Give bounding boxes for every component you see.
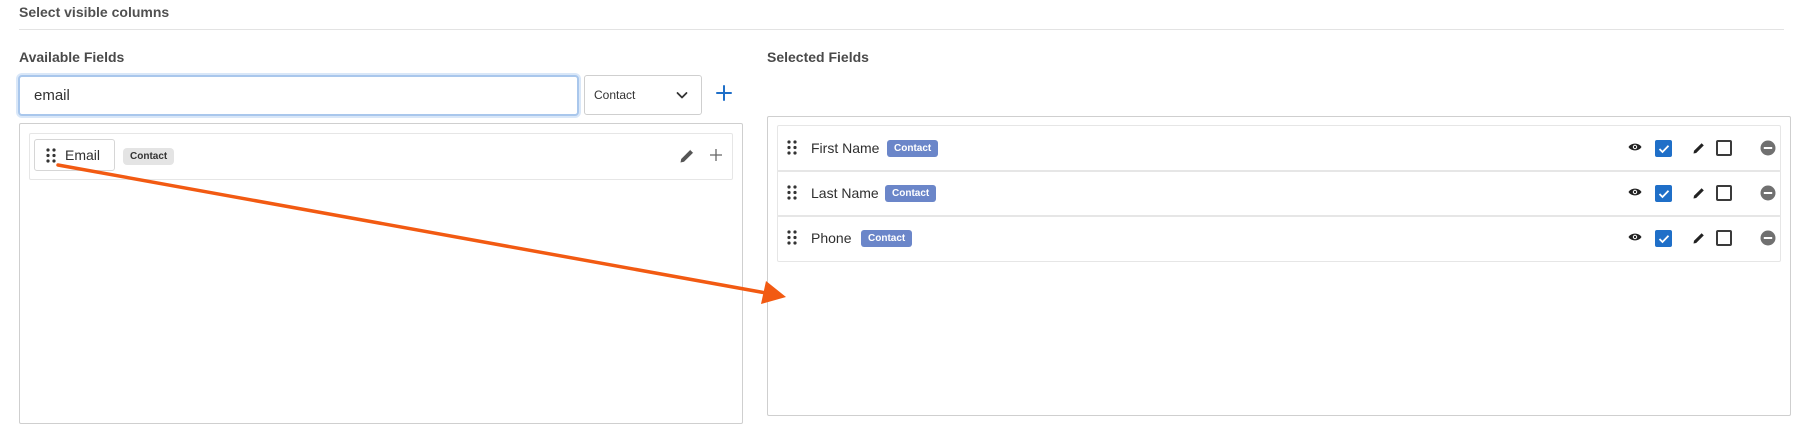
field-source-badge: Contact [861,230,913,247]
field-source-badge: Contact [885,185,937,202]
drag-handle-icon[interactable] [46,147,56,163]
drag-handle-icon[interactable] [787,185,797,200]
pencil-icon [1693,188,1704,199]
minus-circle-icon[interactable] [1760,185,1776,201]
add-to-selected-plus-icon[interactable] [709,148,723,167]
selected-field-name: Phone [811,230,852,246]
available-field-row: Email Contact [29,133,733,180]
minus-circle-icon[interactable] [1760,230,1776,246]
editable-checkbox[interactable] [1716,185,1732,201]
editable-checkbox[interactable] [1716,140,1732,156]
visible-checkbox[interactable] [1655,230,1672,247]
divider [19,29,1784,30]
field-source-badge: Contact [887,140,939,157]
eye-icon [1628,143,1642,151]
drag-handle-icon[interactable] [787,230,797,245]
visible-checkbox[interactable] [1655,185,1672,202]
pencil-icon[interactable] [678,147,696,170]
eye-icon [1628,188,1642,196]
available-field-drag-chip[interactable]: Email [34,139,115,171]
selected-field-row: Last Name Contact [777,170,1781,217]
selected-field-row: Phone Contact [777,215,1781,262]
pencil-icon [1693,233,1704,244]
selected-field-name: Last Name [811,185,879,201]
drag-handle-icon[interactable] [787,140,797,155]
visible-checkbox[interactable] [1655,140,1672,157]
search-input[interactable] [18,75,579,116]
available-fields-list: Email Contact [19,123,743,424]
selected-fields-list: First Name Contact Last Name Contact Pho… [767,116,1791,416]
available-fields-label: Available Fields [19,49,125,65]
selected-fields-label: Selected Fields [767,49,869,65]
minus-circle-icon[interactable] [1760,140,1776,156]
add-field-button[interactable] [713,82,735,104]
selected-field-name: First Name [811,140,880,156]
field-source-badge: Contact [123,148,175,165]
editable-checkbox[interactable] [1716,230,1732,246]
available-field-name: Email [65,147,101,163]
eye-icon [1628,233,1642,241]
chevron-down-icon [675,88,689,102]
plus-icon [716,85,732,101]
section-title: Select visible columns [19,4,170,20]
pencil-icon [1693,143,1704,154]
selected-field-row: First Name Contact [777,125,1781,172]
field-type-select-value: Contact [594,88,636,102]
field-type-select[interactable]: Contact [584,75,702,115]
